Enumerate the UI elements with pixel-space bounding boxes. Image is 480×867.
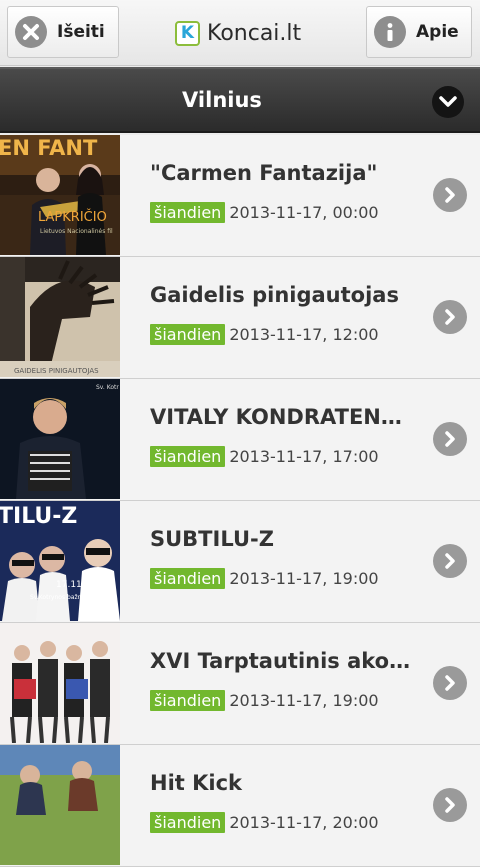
poster-text: 17.11.2013 [56,580,108,590]
today-badge: šiandien [150,690,226,711]
event-row[interactable]: EN FANT LAPKRIČIO Lietuvos Nacionalinės … [0,135,480,257]
poster-text: Lietuvos Nacionalinės fil [40,228,113,235]
about-button[interactable]: Apie [366,6,472,58]
event-datetime: 2013-11-17, 19:00 [229,691,379,710]
event-meta: šiandien 2013-11-17, 12:00 [150,324,379,345]
event-row[interactable]: GAIDELIS PINIGAUTOJAS Gaidelis pinigauto… [0,257,480,379]
app-title: Koncai.lt [207,20,302,46]
about-label: Apie [416,22,459,42]
event-row[interactable]: Hit Kick šiandien 2013-11-17, 20:00 [0,745,480,867]
city-selector[interactable]: Vilnius [0,67,480,133]
event-title: Hit Kick [150,771,243,795]
event-thumbnail: Sv. Kotr [0,379,120,499]
event-thumbnail [0,623,120,743]
event-datetime: 2013-11-17, 20:00 [229,813,379,832]
event-datetime: 2013-11-17, 12:00 [229,325,379,344]
event-meta: šiandien 2013-11-17, 19:00 [150,568,379,589]
event-datetime: 2013-11-17, 17:00 [229,447,379,466]
close-icon [15,16,47,48]
top-bar: Išeiti K Koncai.lt Apie [0,0,480,66]
poster-text: Sv.Kotrynos bažnyčia [30,594,94,601]
event-thumbnail [0,745,120,865]
chevron-right-icon[interactable] [433,666,467,700]
chevron-right-icon[interactable] [433,544,467,578]
event-title: SUBTILU-Z [150,527,274,551]
event-title: VITALY KONDRATENKO [150,405,412,429]
event-meta: šiandien 2013-11-17, 00:00 [150,202,379,223]
event-row[interactable]: TILU-Z 17.11.2013 Sv.Kotrynos bažnyčia S… [0,501,480,623]
chevron-right-icon[interactable] [433,300,467,334]
event-thumbnail: GAIDELIS PINIGAUTOJAS [0,257,120,377]
poster-text: Sv. Kotr [96,384,119,391]
chevron-down-icon[interactable] [432,86,464,118]
poster-text: TILU-Z [0,504,77,529]
event-title: XVI Tarptautinis akordeono festivalis [150,649,412,673]
city-name: Vilnius [182,88,262,112]
exit-button[interactable]: Išeiti [7,6,119,58]
event-row[interactable]: Sv. Kotr VITALY KONDRATENKO šiandien 201… [0,379,480,501]
poster-text: EN FANT [0,136,98,160]
event-thumbnail: TILU-Z 17.11.2013 Sv.Kotrynos bažnyčia [0,501,120,621]
exit-label: Išeiti [57,22,105,42]
chevron-right-icon[interactable] [433,178,467,212]
event-title: "Carmen Fantazija" [150,161,378,185]
event-datetime: 2013-11-17, 19:00 [229,569,379,588]
today-badge: šiandien [150,202,226,223]
chevron-right-icon[interactable] [433,422,467,456]
today-badge: šiandien [150,568,226,589]
poster-text: LAPKRIČIO [38,209,107,225]
chevron-right-icon[interactable] [433,788,467,822]
event-list: EN FANT LAPKRIČIO Lietuvos Nacionalinės … [0,135,480,867]
app-logo: K Koncai.lt [175,18,301,48]
today-badge: šiandien [150,812,226,833]
event-row[interactable]: XVI Tarptautinis akordeono festivalis ši… [0,623,480,745]
event-thumbnail: EN FANT LAPKRIČIO Lietuvos Nacionalinės … [0,135,120,255]
today-badge: šiandien [150,446,226,467]
event-datetime: 2013-11-17, 00:00 [229,203,379,222]
event-title: Gaidelis pinigautojas [150,283,399,307]
logo-icon: K [175,20,200,46]
poster-text: GAIDELIS PINIGAUTOJAS [14,367,99,375]
event-meta: šiandien 2013-11-17, 17:00 [150,446,379,467]
event-meta: šiandien 2013-11-17, 20:00 [150,812,379,833]
event-meta: šiandien 2013-11-17, 19:00 [150,690,379,711]
info-icon [374,16,406,48]
today-badge: šiandien [150,324,226,345]
